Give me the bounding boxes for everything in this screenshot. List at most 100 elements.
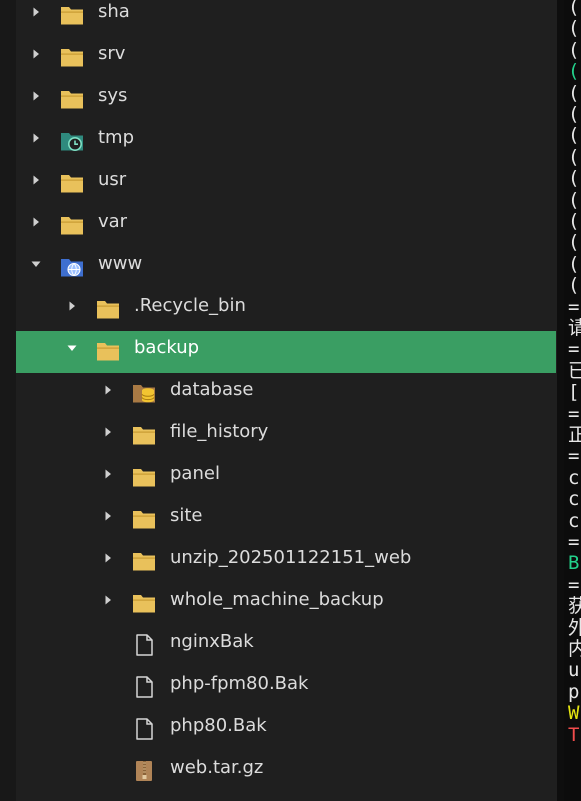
tree-item-label: backup — [134, 337, 200, 358]
terminal-line: 外 — [568, 616, 581, 639]
terminal-line: [ — [568, 381, 580, 404]
chevron-right-icon[interactable] — [101, 583, 115, 617]
tree-item-database[interactable]: database — [16, 373, 556, 415]
tree-item-site[interactable]: site — [16, 499, 556, 541]
terminal-line: ( — [568, 103, 580, 125]
chevron-right-icon[interactable] — [29, 37, 43, 71]
terminal-line: u — [568, 659, 580, 682]
folder-icon — [96, 297, 120, 321]
tree-item-label: web.tar.gz — [170, 757, 264, 778]
terminal-panel[interactable]: ((((((((((((((= 请 = 已[= 正 = c c c = B = 获外内 u p W T — [564, 0, 581, 801]
tree-item-label: www — [98, 253, 143, 274]
tree-item-label: srv — [98, 43, 126, 64]
tree-item-label: tmp — [98, 127, 135, 148]
chevron-right-icon[interactable] — [101, 541, 115, 575]
terminal-line: ( — [568, 188, 580, 211]
tree-item-label: unzip_202501122151_web — [170, 547, 412, 568]
file-icon — [132, 633, 156, 657]
terminal-line: = — [568, 402, 580, 425]
folder-icon — [60, 171, 84, 195]
terminal-line: 请 — [568, 317, 581, 339]
folder-icon — [132, 549, 156, 573]
chevron-right-icon[interactable] — [65, 289, 79, 323]
chevron-down-icon[interactable] — [29, 247, 43, 281]
terminal-line: ( — [568, 0, 580, 18]
tree-item-label: nginxBak — [170, 631, 254, 652]
chevron-right-icon[interactable] — [29, 205, 43, 239]
folder-icon — [60, 3, 84, 27]
tree-item-label: usr — [98, 169, 127, 190]
tree-item-sha[interactable]: sha — [16, 0, 556, 37]
terminal-line: ( — [568, 210, 580, 232]
tree-item-php-fpm80-bak[interactable]: php-fpm80.Bak — [16, 667, 556, 709]
tree-item-www[interactable]: www — [16, 247, 556, 289]
file-icon — [132, 717, 156, 741]
tree-item-label: php80.Bak — [170, 715, 267, 736]
terminal-line: W — [568, 702, 580, 725]
tree-item-php80-bak[interactable]: php80.Bak — [16, 709, 556, 751]
terminal-line: ( — [568, 167, 580, 190]
folder-icon — [132, 423, 156, 447]
tree-item-label: sha — [98, 1, 130, 22]
chevron-right-icon[interactable] — [101, 373, 115, 407]
web-folder-icon — [60, 255, 84, 279]
tree-item-web-tar-gz[interactable]: web.tar.gz — [16, 751, 556, 793]
tree-item-unzip-202501122151-web[interactable]: unzip_202501122151_web — [16, 541, 556, 583]
tree-item-label: var — [98, 211, 128, 232]
terminal-line: = — [568, 445, 580, 468]
tree-item-whole-machine-backup[interactable]: whole_machine_backup — [16, 583, 556, 625]
folder-icon — [132, 591, 156, 615]
terminal-line: ( — [568, 145, 580, 168]
chevron-right-icon[interactable] — [29, 79, 43, 113]
tree-item-label: panel — [170, 463, 220, 484]
folder-icon — [60, 45, 84, 69]
tree-gutter — [0, 0, 16, 801]
terminal-line: ( — [568, 274, 580, 297]
terminal-line: = — [568, 531, 580, 553]
terminal-line: T — [568, 723, 580, 746]
terminal-line: 已 — [568, 359, 581, 382]
tree-item-tmp[interactable]: tmp — [16, 121, 556, 163]
tree-item-label: site — [170, 505, 203, 526]
tree-item-file-history[interactable]: file_history — [16, 415, 556, 457]
terminal-line: ( — [568, 81, 580, 104]
archive-icon — [132, 759, 156, 783]
tree-item-usr[interactable]: usr — [16, 163, 556, 205]
panel-divider[interactable] — [557, 0, 564, 801]
tree-item-recycle-bin[interactable]: .Recycle_bin — [16, 289, 556, 331]
file-tree-panel: sha srv sys tmp usr var www .Recycle_binbackup d… — [0, 0, 557, 801]
chevron-right-icon[interactable] — [29, 0, 43, 29]
terminal-line: = — [568, 295, 580, 318]
terminal-line: c — [568, 488, 580, 511]
folder-icon — [132, 507, 156, 531]
chevron-right-icon[interactable] — [101, 499, 115, 533]
tree-item-var[interactable]: var — [16, 205, 556, 247]
terminal-line: p — [568, 680, 580, 703]
temp-folder-icon — [60, 129, 84, 153]
terminal-line: = — [568, 338, 580, 361]
tree-item-label: database — [170, 379, 254, 400]
chevron-down-icon[interactable] — [65, 331, 79, 365]
terminal-line: c — [568, 466, 580, 489]
terminal-line: 正 — [568, 424, 581, 446]
tree-item-label: php-fpm80.Bak — [170, 673, 309, 694]
tree-item-nginxbak[interactable]: nginxBak — [16, 625, 556, 667]
tree-item-backup[interactable]: backup — [16, 331, 556, 373]
terminal-line: ( — [568, 252, 580, 275]
terminal-line: c — [568, 509, 580, 532]
tree-item-label: sys — [98, 85, 128, 106]
folder-icon — [60, 87, 84, 111]
chevron-right-icon[interactable] — [29, 163, 43, 197]
tree-item-label: .Recycle_bin — [134, 295, 246, 316]
folder-icon — [132, 465, 156, 489]
folder-icon — [60, 213, 84, 237]
tree-item-sys[interactable]: sys — [16, 79, 556, 121]
terminal-line: 内 — [568, 638, 581, 660]
tree-item-srv[interactable]: srv — [16, 37, 556, 79]
terminal-line: ( — [568, 38, 580, 61]
chevron-right-icon[interactable] — [101, 457, 115, 491]
tree-item-panel[interactable]: panel — [16, 457, 556, 499]
chevron-right-icon[interactable] — [29, 121, 43, 155]
terminal-line: ( — [568, 124, 580, 147]
chevron-right-icon[interactable] — [101, 415, 115, 449]
